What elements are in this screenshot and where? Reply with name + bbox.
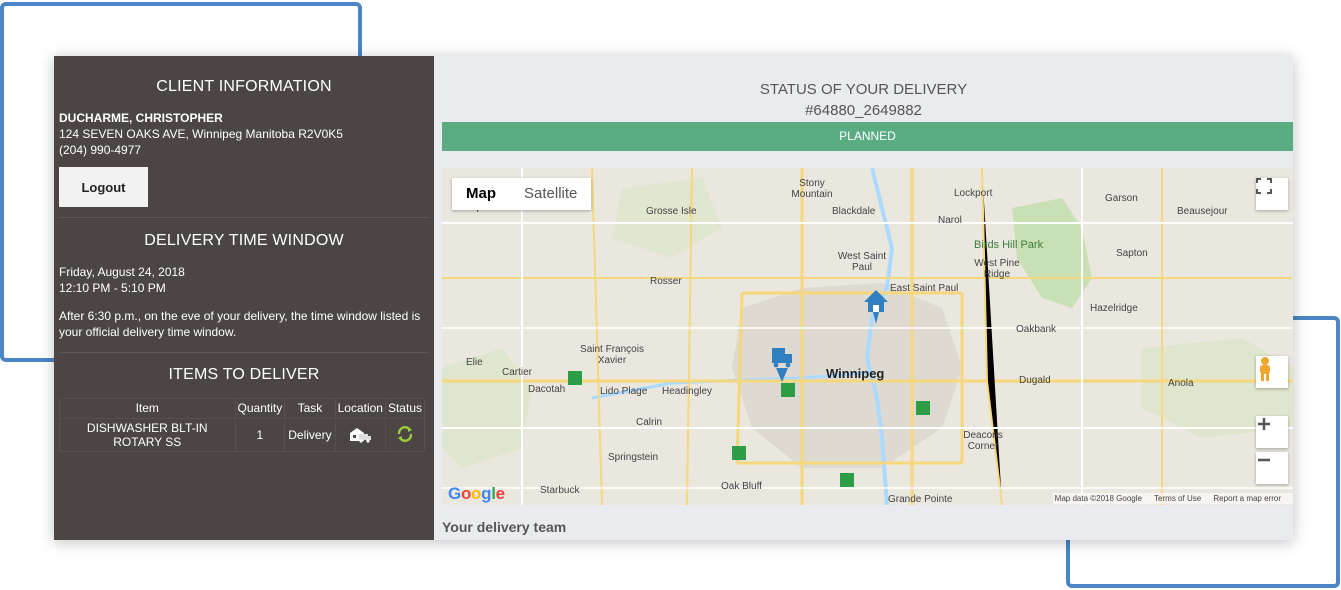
client-phone: (204) 990-4977 [59, 143, 142, 157]
delivery-window-title: DELIVERY TIME WINDOW [144, 232, 344, 249]
map-label: Grosse Isle [646, 206, 697, 217]
divider [59, 217, 429, 218]
map-label: Hazelridge [1090, 303, 1138, 314]
plus-icon [1258, 418, 1270, 430]
map-label: Springstein [608, 452, 659, 463]
street-view-pegman-button[interactable] [1256, 356, 1288, 388]
order-id: #64880_2649882 [805, 102, 922, 119]
fullscreen-icon [1256, 178, 1272, 194]
map-type-map-button[interactable]: Map [452, 178, 510, 210]
map-label: Garson [1105, 193, 1138, 204]
status-badge: PLANNED [442, 122, 1293, 151]
map-label: Calrin [636, 417, 663, 428]
map-label: Beausejour [1177, 206, 1228, 217]
col-status: Status [384, 398, 426, 419]
item-quantity: 1 [234, 418, 286, 452]
truck-house-icon[interactable] [334, 418, 386, 452]
map-label: Narol [938, 215, 962, 226]
item-task: Delivery [284, 418, 336, 452]
delivery-team-heading: Your delivery team [442, 519, 567, 535]
map-label-winnipeg: Winnipeg [826, 366, 885, 381]
client-info-title: CLIENT INFORMATION [156, 78, 332, 95]
map-canvas [442, 168, 1293, 505]
status-title: STATUS OF YOUR DELIVERY [759, 81, 968, 98]
pegman-icon [1260, 357, 1270, 381]
map-label: Headingley [662, 386, 713, 397]
delivery-tracking-card: CLIENT INFORMATION DUCHARME, CHRISTOPHER… [54, 56, 1293, 540]
fullscreen-button[interactable] [1256, 178, 1288, 210]
col-item: Item [59, 398, 236, 419]
map-label: Birds Hill Park [974, 239, 1044, 251]
map-label: Lido Plage [600, 386, 648, 397]
map-label: Stony Mountain [791, 178, 833, 200]
delivery-date: Friday, August 24, 2018 [59, 265, 185, 279]
col-quantity: Quantity [234, 398, 286, 419]
delivery-time: 12:10 PM - 5:10 PM [59, 281, 166, 295]
map-type-satellite-button[interactable]: Satellite [510, 178, 591, 210]
refresh-icon[interactable] [384, 418, 426, 452]
minus-icon [1258, 458, 1270, 462]
map-label: West Pine Ridge [974, 258, 1020, 280]
map-label: Deacons Corner [963, 430, 1003, 452]
map-label: Dacotah [528, 384, 566, 395]
map-label: Anola [1168, 378, 1194, 389]
map-label: West Saint Paul [837, 251, 887, 273]
google-logo: Google [448, 484, 505, 503]
zoom-in-button[interactable] [1256, 416, 1288, 448]
items-header-row: Item Quantity Task Location Status [59, 398, 426, 419]
map-label: Cartier [502, 367, 533, 378]
client-sidebar: CLIENT INFORMATION DUCHARME, CHRISTOPHER… [54, 56, 434, 540]
logout-button[interactable]: Logout [59, 167, 148, 207]
client-address: 124 SEVEN OAKS AVE, Winnipeg Manitoba R2… [59, 127, 343, 141]
map-label: East Saint Paul [890, 283, 959, 294]
col-location: Location [334, 398, 386, 419]
map-label: Oakbank [1016, 324, 1057, 335]
map-label: Oak Bluff [721, 481, 762, 492]
map-label: Blackdale [832, 206, 876, 217]
map-label: Grande Pointe [888, 494, 953, 505]
map-type-control: Map Satellite [452, 178, 592, 210]
status-panel: STATUS OF YOUR DELIVERY #64880_2649882 P… [434, 56, 1293, 540]
report-map-error-link[interactable]: Report a map error [1213, 494, 1281, 503]
delivery-map[interactable]: Marquette Grosse Isle Stony Mountain Bla… [442, 168, 1293, 505]
col-task: Task [284, 398, 336, 419]
divider [59, 352, 429, 353]
map-label: Sapton [1116, 248, 1148, 259]
map-attribution: Map data ©2018 Google Terms of Use Repor… [1052, 493, 1293, 504]
delivery-window-note: After 6:30 p.m., on the eve of your deli… [59, 309, 421, 339]
items-table: Item Quantity Task Location Status DISHW… [59, 398, 426, 452]
table-row: DISHWASHER BLT-IN ROTARY SS 1 Delivery [59, 418, 426, 452]
map-label: Saint François Xavier [580, 344, 644, 366]
map-label: Elie [466, 357, 483, 368]
map-label: Starbuck [540, 485, 580, 496]
items-title: ITEMS TO DELIVER [168, 366, 320, 383]
item-name: DISHWASHER BLT-IN ROTARY SS [59, 418, 236, 452]
map-label: Rosser [650, 276, 682, 287]
terms-of-use-link[interactable]: Terms of Use [1154, 494, 1201, 503]
map-data-credit: Map data ©2018 Google [1054, 494, 1142, 503]
zoom-out-button[interactable] [1256, 452, 1288, 484]
client-name: DUCHARME, CHRISTOPHER [59, 111, 223, 125]
map-label: Dugald [1019, 375, 1051, 386]
map-label: Lockport [954, 188, 993, 199]
